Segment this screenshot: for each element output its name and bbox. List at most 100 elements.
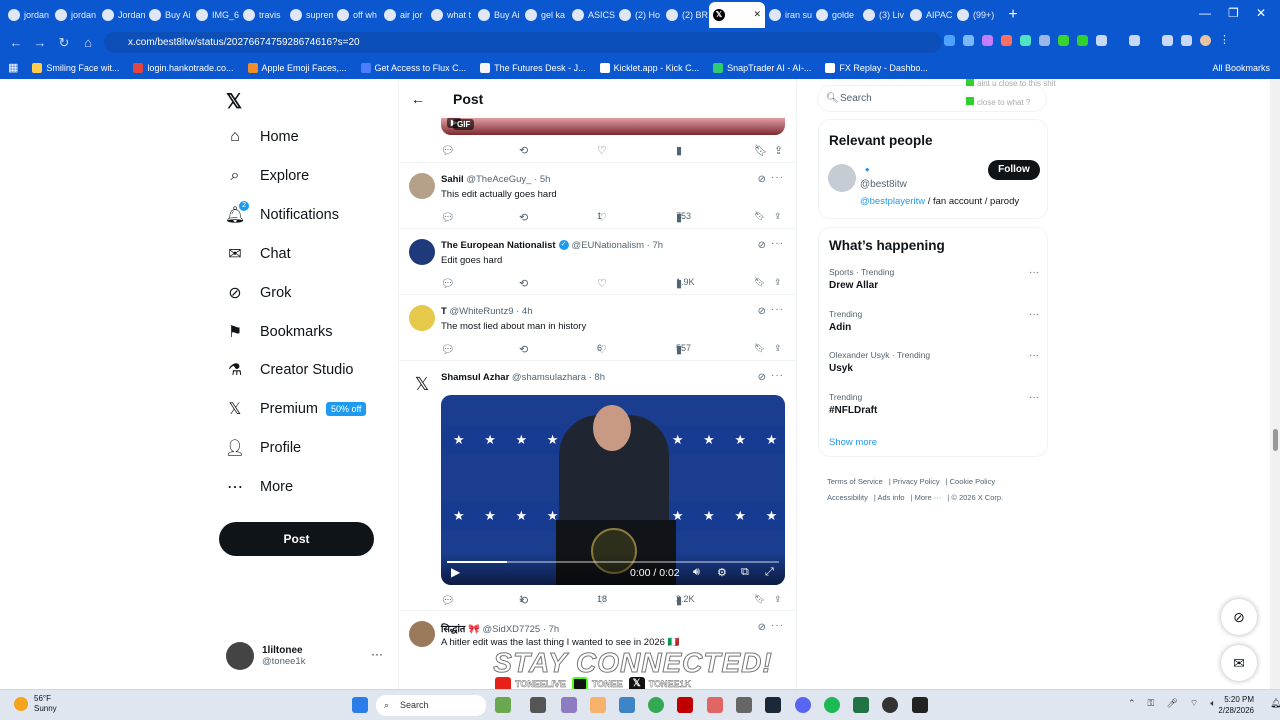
more-icon[interactable]: ··· — [1029, 350, 1039, 361]
browser-tab[interactable]: suprem — [286, 2, 333, 28]
bookmark-action-icon[interactable]: 🔖︎ — [754, 594, 765, 605]
author-handle[interactable]: @WhiteRuntz9 · 4h — [449, 306, 532, 317]
sidepanel-icon[interactable] — [1129, 35, 1140, 46]
avatar[interactable]: 𝕏 — [409, 371, 435, 397]
more-icon[interactable]: ··· — [771, 370, 784, 381]
new-tab-icon[interactable]: + — [1000, 6, 1026, 24]
browser-tab[interactable]: (2) Ho — [615, 2, 662, 28]
browser-tab[interactable]: 𝕏 ✕ — [709, 1, 765, 28]
bookmark-item[interactable]: FX Replay - Dashbo... — [825, 62, 928, 73]
pip-icon[interactable]: ⧉ — [741, 566, 749, 579]
capcut-icon[interactable] — [882, 697, 898, 713]
apps-grid-icon[interactable]: ▦ — [8, 61, 18, 74]
avatar[interactable] — [409, 173, 435, 199]
browser-tab[interactable]: Buy Ai — [145, 2, 192, 28]
author-name[interactable]: Sahil — [441, 174, 464, 185]
grok-explain-icon[interactable]: ⊘ — [758, 240, 766, 251]
app-icon[interactable] — [707, 697, 723, 713]
avatar[interactable] — [409, 305, 435, 331]
author-handle[interactable]: @EUNationalism · 7h — [572, 240, 663, 251]
more-icon[interactable]: ··· — [771, 172, 784, 183]
sidebar-item-profile[interactable]: 👤︎ Profile — [225, 439, 301, 457]
trend-item[interactable]: Olexander Usyk · Trending Usyk ··· — [829, 350, 1039, 374]
system-tray[interactable]: ⌃ ⚿ 🎤︎ ⌔ 🔈︎ — [1128, 698, 1216, 709]
show-more-link[interactable]: Show more — [829, 437, 877, 448]
bookmark-item[interactable]: login.hankotrade.co... — [133, 62, 234, 73]
grok-explain-icon[interactable]: ⊘ — [758, 306, 766, 317]
sidebar-item-bookmarks[interactable]: ⚑ Bookmarks — [226, 323, 333, 341]
reply-tweet[interactable]: The European Nationalist ✓ @EUNationalism … — [399, 228, 796, 294]
store-icon[interactable] — [619, 697, 635, 713]
reply-tweet[interactable]: T @WhiteRuntz9 · 4h ⊘ ··· The most lied abo… — [399, 294, 796, 360]
sidebar-item-creator-studio[interactable]: ⚗ Creator Studio — [226, 361, 354, 379]
bookmark-action-icon[interactable]: 🔖︎ — [754, 211, 765, 222]
author-name[interactable]: Shamsul Azhar — [441, 372, 509, 383]
bookmark-item[interactable]: Kicklet.app - Kick C... — [599, 62, 699, 73]
reply-tweet[interactable]: Sahil @TheAceGuy_ · 5h ⊘ ··· This edit actu… — [399, 162, 796, 228]
taskbar-search[interactable]: ⌕ Search — [376, 695, 486, 716]
browser-tab[interactable]: ASICS — [568, 2, 615, 28]
chrome-icon[interactable] — [648, 697, 664, 713]
browser-tab[interactable]: what t — [427, 2, 474, 28]
clock[interactable]: 5:20 PM 2/28/2026 — [1218, 694, 1254, 716]
footer-link[interactable]: Ads info — [877, 493, 904, 502]
weather-widget[interactable]: 56°F Sunny — [14, 694, 57, 714]
browser-tab[interactable]: (99+) — [953, 2, 1000, 28]
fullscreen-icon[interactable]: ⤢ — [765, 566, 774, 579]
follow-button[interactable]: Follow — [988, 160, 1040, 180]
menu-lines-icon[interactable] — [1162, 35, 1173, 46]
restore-icon[interactable]: ❐ — [1228, 6, 1239, 20]
notification-bell-icon[interactable]: 🔔︎ — [1270, 698, 1280, 709]
chevron-up-icon[interactable]: ⌃ — [1128, 698, 1136, 709]
person-handle[interactable]: @best8itw — [860, 179, 907, 190]
grok-explain-icon[interactable]: ⊘ — [758, 372, 766, 383]
sidebar-item-grok[interactable]: ⊘ Grok — [226, 284, 291, 302]
account-more-icon[interactable]: ··· — [371, 647, 383, 661]
account-switcher[interactable]: 1liltonee @tonee1k — [226, 642, 305, 670]
extension-icon[interactable] — [1020, 35, 1031, 46]
browser-tab[interactable]: jordan — [4, 2, 51, 28]
app-icon[interactable] — [736, 697, 752, 713]
share-icon[interactable]: ⇪ — [774, 211, 782, 222]
footer-link[interactable]: Accessibility — [827, 493, 868, 502]
trend-item[interactable]: Sports · Trending Drew Allar ··· — [829, 267, 1039, 291]
settings-icon[interactable]: ⚙ — [717, 566, 727, 579]
windows-start-icon[interactable] — [352, 697, 368, 713]
more-icon[interactable]: ··· — [1029, 309, 1039, 320]
sidebar-item-more[interactable]: ⋯ More — [226, 478, 293, 496]
x-logo-icon[interactable]: 𝕏 — [226, 89, 242, 114]
kebab-menu-icon[interactable]: ⋮ — [1219, 35, 1230, 46]
sidebar-item-notifications[interactable]: 🔔︎ 2 Notifications — [225, 200, 339, 224]
messages-float-button[interactable]: ✉ — [1221, 645, 1257, 681]
more-icon[interactable]: ··· — [1029, 392, 1039, 403]
excel-icon[interactable] — [853, 697, 869, 713]
more-icon[interactable]: ··· — [771, 304, 784, 315]
puzzle-icon[interactable] — [1096, 35, 1107, 46]
page-scrollbar[interactable] — [1270, 79, 1280, 689]
footer-link[interactable]: Privacy Policy — [893, 477, 940, 486]
browser-tab[interactable]: (2) BR — [662, 2, 709, 28]
discord-icon[interactable] — [795, 697, 811, 713]
volume-icon[interactable]: 🔊︎ — [693, 566, 700, 579]
adobe-icon[interactable] — [677, 697, 693, 713]
sidebar-item-home[interactable]: ⌂ Home — [226, 128, 299, 146]
avatar[interactable] — [409, 621, 435, 647]
play-icon[interactable]: ▶ — [451, 565, 460, 579]
browser-tab[interactable]: Buy Ai — [474, 2, 521, 28]
sidebar-item-explore[interactable]: ⌕ Explore — [226, 167, 310, 185]
browser-tab[interactable]: off wh — [333, 2, 380, 28]
browser-tab[interactable]: jordan — [51, 2, 98, 28]
share-icon[interactable]: ⇪ — [774, 277, 782, 288]
share-icon[interactable]: ⇪ — [774, 594, 782, 605]
avatar[interactable] — [828, 164, 856, 192]
author-handle[interactable]: @TheAceGuy_ · 5h — [466, 174, 550, 185]
author-handle[interactable]: @SidXD7725 · 7h — [482, 624, 559, 635]
browser-tab[interactable]: Jordan — [98, 2, 145, 28]
extension-icon[interactable] — [982, 35, 993, 46]
grok-explain-icon[interactable]: ⊘ — [758, 622, 766, 633]
network-icon[interactable]: ⚿ — [1148, 698, 1155, 709]
bookmark-action-icon[interactable]: 🔖︎ — [754, 277, 765, 288]
author-name[interactable]: सिद्धांत 🎀 — [441, 624, 480, 635]
browser-tab[interactable]: iran su — [765, 2, 812, 28]
avatar[interactable] — [409, 239, 435, 265]
